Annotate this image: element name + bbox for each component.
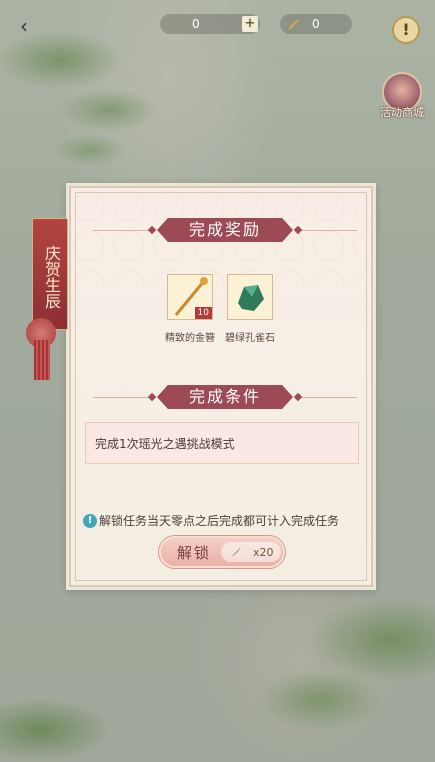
currency-feather-value: 0 <box>192 17 200 31</box>
feather-icon <box>166 16 182 32</box>
birthday-banner: 庆贺生辰 <box>32 218 68 330</box>
condition-text: 完成1次瑶光之遇挑战模式 <box>95 437 235 451</box>
reward-item-malachite[interactable] <box>227 274 273 320</box>
unlock-label: 解锁 <box>177 543 212 562</box>
task-dialog: 完成奖励 10 精致的金簪 碧绿孔雀石 完成条件 完成1次瑶光之遇挑战模式 ! … <box>66 183 376 590</box>
condition-box: 完成1次瑶光之遇挑战模式 <box>85 422 359 464</box>
notice-text: 解锁任务当天零点之后完成都可计入完成任务 <box>99 514 340 528</box>
info-icon: ! <box>83 513 97 528</box>
unlock-cost: x20 <box>221 542 282 562</box>
divider <box>297 230 357 231</box>
currency-feather: 0 + <box>160 14 260 34</box>
condition-title: 完成条件 <box>157 385 293 409</box>
reward-title: 完成奖励 <box>157 218 293 242</box>
unlock-button[interactable]: 解锁 x20 <box>159 536 285 568</box>
reward-item-hairpin[interactable]: 10 <box>167 274 213 320</box>
tassel-fringe <box>34 340 50 380</box>
divider <box>297 397 357 398</box>
add-currency-button[interactable]: + <box>242 16 258 32</box>
divider <box>93 230 153 231</box>
notice: ! 解锁任务当天零点之后完成都可计入完成任务 <box>83 512 373 529</box>
birthday-banner-text: 庆贺生辰 <box>42 245 61 309</box>
unlock-cost-value: x20 <box>253 545 274 559</box>
brush-icon <box>286 16 302 32</box>
back-button[interactable]: ‹ <box>20 14 44 38</box>
divider <box>93 397 153 398</box>
reward-quantity: 10 <box>194 307 212 319</box>
event-shop-label: 活动商城 <box>380 106 424 119</box>
currency-brush: 0 <box>280 14 352 34</box>
reward-label: 碧绿孔雀石 <box>225 333 275 344</box>
malachite-icon <box>228 275 272 323</box>
help-button[interactable]: ! <box>392 16 420 44</box>
feather-icon <box>229 545 243 559</box>
currency-brush-value: 0 <box>312 17 320 31</box>
